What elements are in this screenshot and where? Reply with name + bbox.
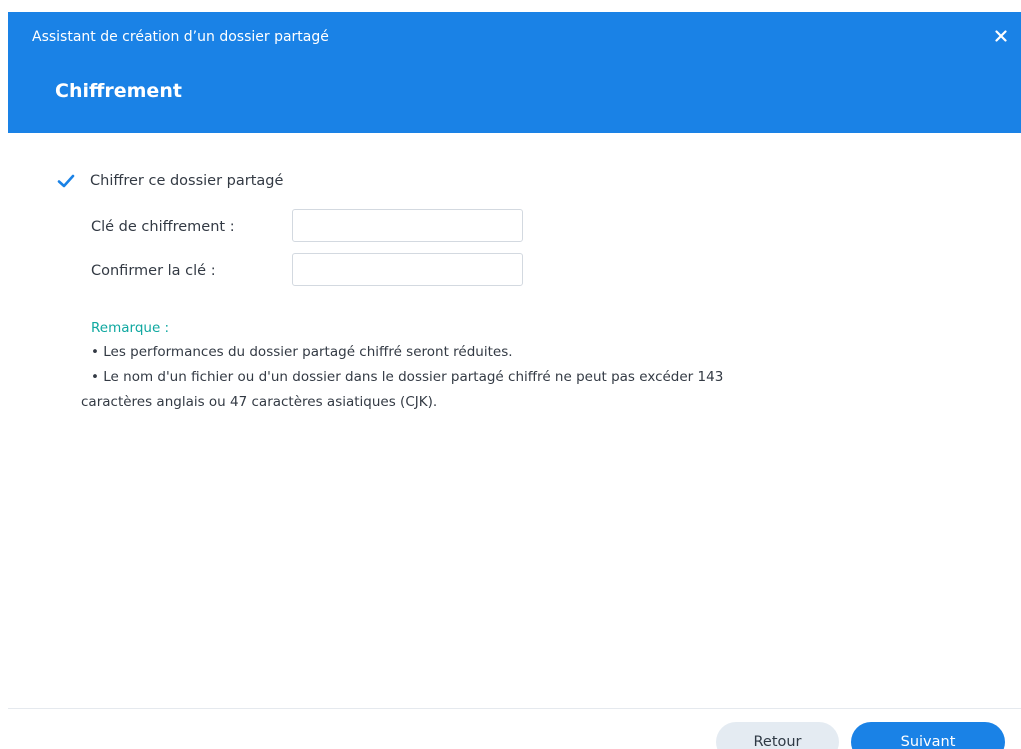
checkbox[interactable] [56, 171, 76, 191]
encryption-key-input[interactable] [292, 209, 523, 242]
confirm-key-input[interactable] [292, 253, 523, 286]
checkmark-icon [57, 174, 75, 188]
dialog-header: Assistant de création d’un dossier parta… [8, 12, 1021, 133]
create-shared-folder-wizard: Assistant de création d’un dossier parta… [0, 0, 1021, 749]
note-item-filename-limit: • Le nom d'un fichier ou d'un dossier da… [91, 369, 724, 385]
window-title: Assistant de création d’un dossier parta… [32, 29, 329, 45]
encryption-key-label: Clé de chiffrement : [91, 219, 235, 235]
back-button[interactable]: Retour [716, 722, 839, 749]
note-item-filename-limit-continued: caractères anglais ou 47 caractères asia… [81, 394, 438, 410]
next-button[interactable]: Suivant [851, 722, 1005, 749]
footer-divider [8, 708, 1021, 709]
confirm-key-label: Confirmer la clé : [91, 263, 216, 279]
wizard-content: Chiffrer ce dossier partagé Clé de chiff… [0, 133, 1021, 708]
note-title: Remarque : [91, 320, 170, 336]
close-icon [995, 30, 1007, 42]
encrypt-folder-checkbox[interactable]: Chiffrer ce dossier partagé [56, 171, 283, 191]
close-button[interactable] [991, 26, 1011, 46]
step-title: Chiffrement [55, 80, 182, 102]
note-item-performance: • Les performances du dossier partagé ch… [91, 344, 513, 360]
encrypt-folder-label: Chiffrer ce dossier partagé [90, 173, 284, 189]
